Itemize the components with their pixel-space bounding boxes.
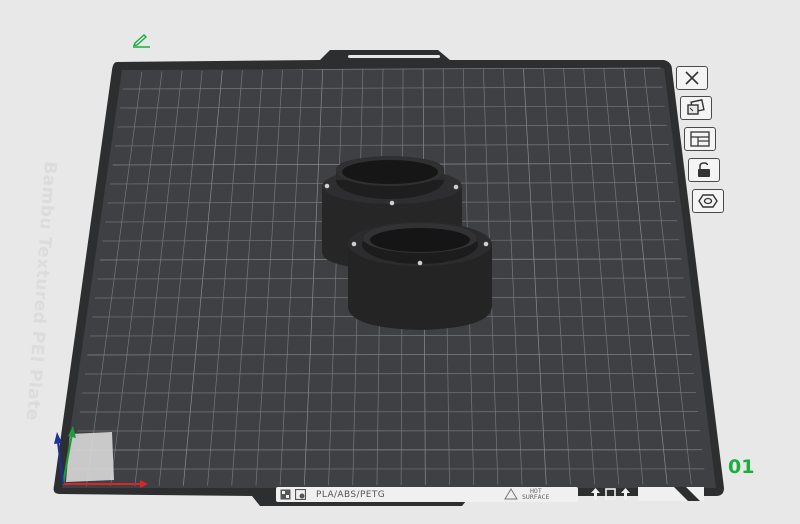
materials-label: PLA/ABS/PETG [316, 489, 386, 500]
warning-icon [504, 488, 518, 500]
textured-surface-icon [295, 489, 306, 500]
plate-handle [348, 55, 440, 58]
plate-settings-button[interactable] [692, 189, 724, 213]
auto-orient-icon [687, 99, 705, 115]
auto-orient-button[interactable] [680, 96, 712, 120]
heat-arrow-icon [591, 488, 600, 500]
bed-square-icon [605, 488, 616, 500]
arrange-button[interactable] [684, 127, 716, 151]
3d-viewport[interactable]: Bambu Textured PEI Plate 01 PLA/ABS/PETG… [0, 0, 800, 524]
plate-settings-icon [698, 194, 718, 208]
plate-type-icon [280, 489, 291, 500]
origin-marker [66, 432, 114, 482]
close-icon [685, 71, 699, 85]
heat-arrow-icon-2 [621, 488, 630, 500]
lock-plate-button[interactable] [688, 158, 720, 182]
arrange-icon [690, 131, 710, 147]
edit-pencil-icon[interactable] [132, 32, 152, 48]
lock-icon [698, 162, 710, 177]
heat-icons [590, 488, 631, 500]
model-ring-front[interactable] [348, 222, 492, 330]
hot-surface-label: HOT SURFACE [522, 487, 550, 501]
plate-tab-marker [638, 487, 704, 501]
plate-info-strip: PLA/ABS/PETG HOT SURFACE [276, 487, 578, 502]
close-plate-button[interactable] [676, 66, 708, 90]
plate-number[interactable]: 01 [728, 456, 754, 478]
